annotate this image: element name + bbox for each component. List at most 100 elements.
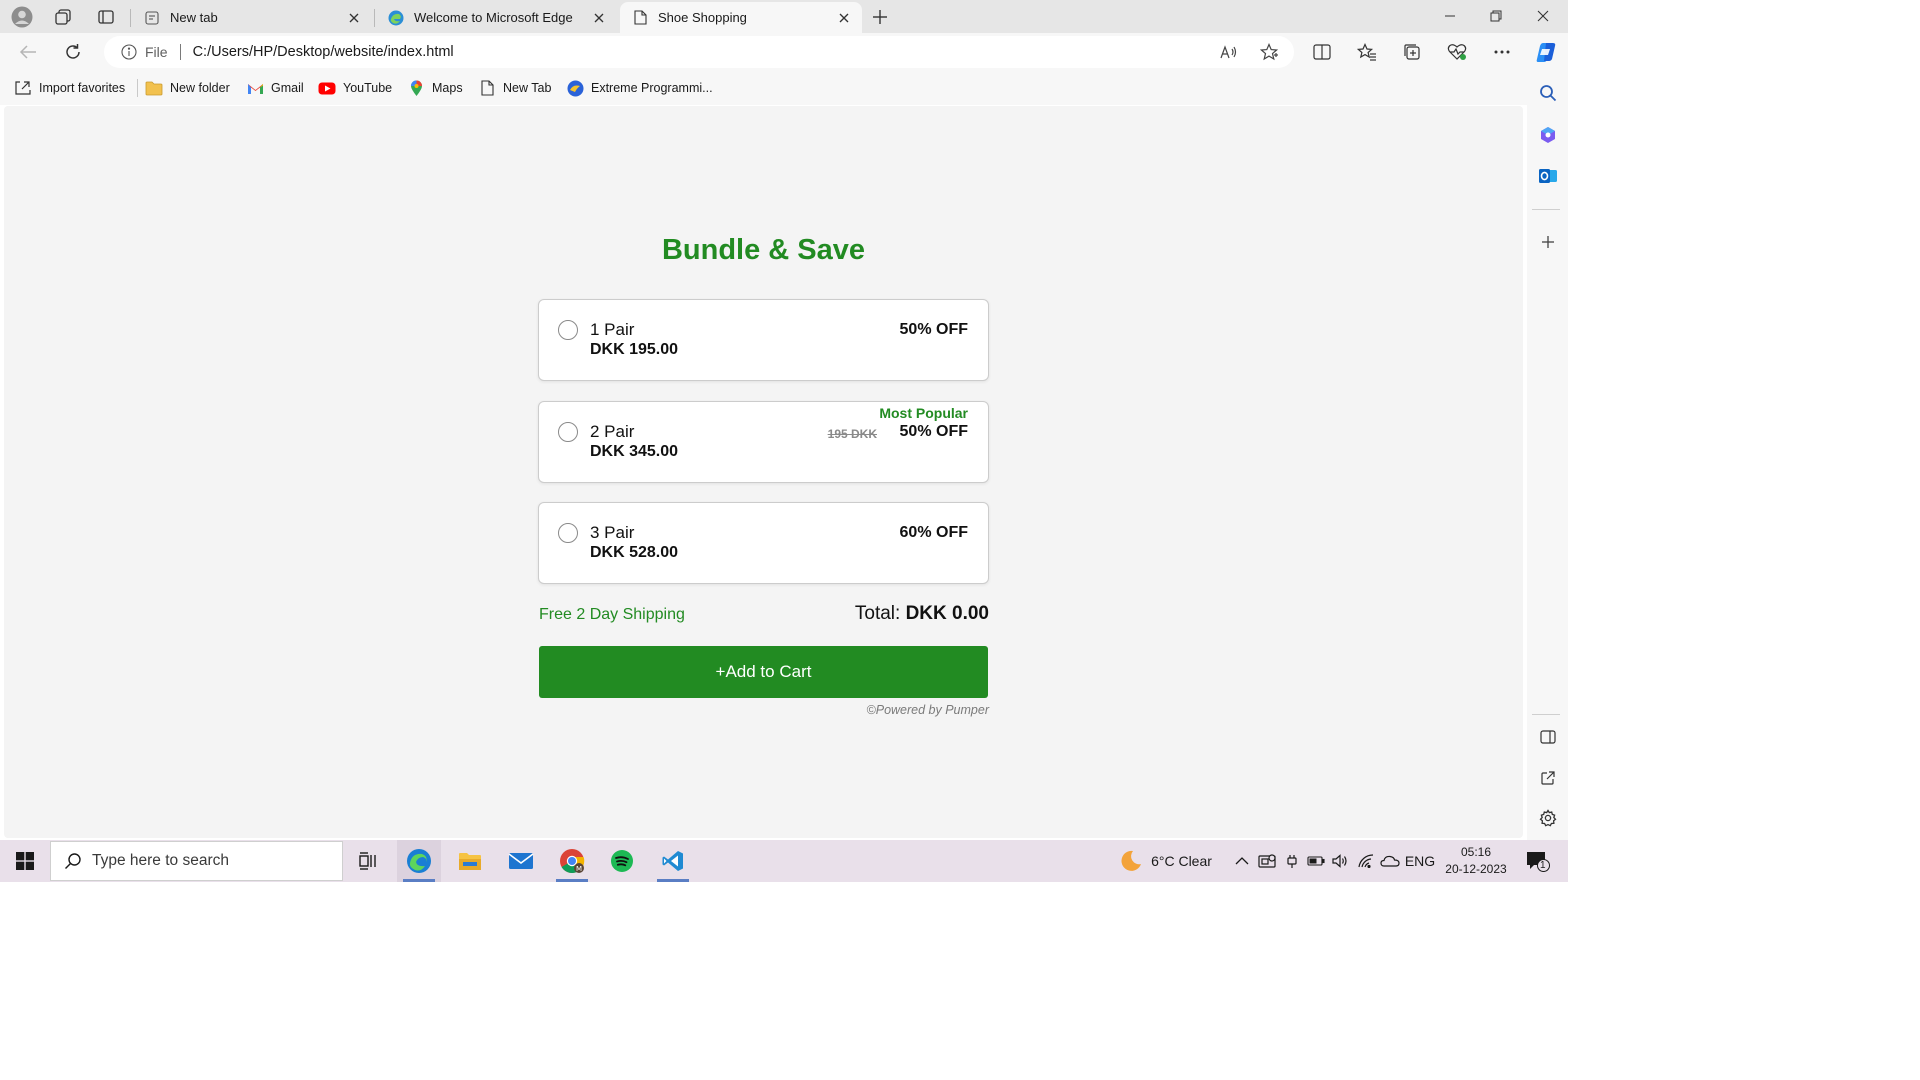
free-shipping-text: Free 2 Day Shipping: [539, 606, 685, 623]
favorites-bar: Import favorites New folder Gmail YouTub…: [0, 71, 1527, 105]
sidebar-settings-gear-icon[interactable]: [1534, 804, 1562, 832]
fav-new-folder[interactable]: New folder: [145, 78, 230, 98]
hide-sidebar-icon[interactable]: [1534, 723, 1562, 751]
site-info-icon[interactable]: [120, 43, 138, 61]
tab-actions-icon[interactable]: [92, 4, 120, 30]
offer-quantity: 3 Pair: [590, 523, 635, 542]
copilot-sidebar-icon[interactable]: [1534, 121, 1562, 149]
profile-icon[interactable]: [8, 4, 36, 30]
task-view-icon[interactable]: [346, 840, 390, 882]
offer-discount: 50% OFF: [899, 321, 968, 338]
add-to-cart-button[interactable]: +Add to Cart: [539, 646, 988, 698]
offer-card-3-pair[interactable]: 3 Pair DKK 528.00 60% OFF: [538, 502, 989, 584]
fav-youtube[interactable]: YouTube: [318, 78, 392, 98]
onedrive-cloud-icon[interactable]: [1379, 840, 1401, 882]
sidebar-search-icon[interactable]: [1534, 79, 1562, 107]
tab-shoe-shopping[interactable]: Shoe Shopping: [620, 2, 862, 33]
order-total: Total: DKK 0.00: [855, 603, 989, 625]
fav-label: Maps: [432, 81, 463, 95]
notifications-icon[interactable]: 1: [1520, 840, 1556, 882]
file-explorer-icon[interactable]: [448, 840, 492, 882]
volume-icon[interactable]: [1330, 840, 1350, 882]
offer-discount: 50% OFF: [899, 423, 968, 440]
powered-by-text: ©Powered by Pumper: [866, 703, 989, 717]
new-tab-page-icon: [144, 10, 160, 26]
mail-icon[interactable]: [499, 840, 543, 882]
spotify-icon[interactable]: [600, 840, 644, 882]
windows-start-icon[interactable]: [0, 840, 50, 882]
taskbar-edge-icon[interactable]: [397, 840, 441, 882]
page-icon: [478, 79, 496, 97]
site-icon: [566, 79, 584, 97]
tab-title: Shoe Shopping: [658, 10, 747, 25]
offer-price: DKK 345.00: [590, 443, 679, 460]
toolbar: File C:/Users/HP/Desktop/website/index.h…: [0, 33, 1568, 71]
most-popular-badge: Most Popular: [879, 405, 968, 421]
weather-widget[interactable]: 6°C Clear: [1113, 840, 1218, 882]
wifi-icon[interactable]: [1355, 840, 1377, 882]
taskbar: Type here to search M 6°C Clear ENG 05:1…: [0, 840, 1568, 882]
close-window-icon[interactable]: [1520, 0, 1566, 32]
taskbar-search-box[interactable]: Type here to search: [50, 841, 343, 881]
edge-logo-icon: [388, 10, 404, 26]
fav-label: Gmail: [271, 81, 304, 95]
language-indicator[interactable]: ENG: [1404, 840, 1436, 882]
total-value: DKK 0.00: [905, 603, 989, 624]
tab-welcome-edge[interactable]: Welcome to Microsoft Edge: [376, 2, 617, 33]
vscode-icon[interactable]: [651, 840, 695, 882]
chrome-icon[interactable]: M: [550, 840, 594, 882]
fav-label: YouTube: [343, 81, 393, 95]
maps-pin-icon: [407, 79, 425, 97]
open-external-icon[interactable]: [1534, 764, 1562, 792]
offer-price: DKK 195.00: [590, 341, 679, 358]
offer-radio[interactable]: [558, 320, 578, 340]
favorites-icon[interactable]: [1351, 37, 1383, 67]
url-scheme: File: [145, 44, 168, 60]
fav-maps[interactable]: Maps: [407, 78, 463, 98]
offer-card-1-pair[interactable]: 1 Pair DKK 195.00 50% OFF: [538, 299, 989, 381]
minimize-icon[interactable]: [1427, 0, 1473, 32]
svg-text:M: M: [576, 865, 582, 873]
clock[interactable]: 05:16 20-12-2023: [1436, 844, 1516, 878]
close-tab-icon[interactable]: [346, 10, 362, 26]
offer-radio[interactable]: [558, 422, 578, 442]
edge-sidebar: [1527, 71, 1568, 840]
search-icon: [63, 851, 83, 871]
show-hidden-icons-chevron-icon[interactable]: [1232, 840, 1252, 882]
copilot-icon[interactable]: [1530, 37, 1562, 67]
url-text[interactable]: C:/Users/HP/Desktop/website/index.html: [193, 44, 454, 60]
fav-label: Extreme Programmi...: [591, 81, 713, 95]
outlook-icon[interactable]: [1534, 162, 1562, 190]
close-tab-icon[interactable]: [591, 10, 607, 26]
fav-new-tab[interactable]: New Tab: [478, 78, 551, 98]
add-sidebar-app-icon[interactable]: [1534, 228, 1562, 256]
fav-import-favorites[interactable]: Import favorites: [14, 78, 125, 98]
clock-time: 05:16: [1460, 845, 1492, 859]
collections-icon[interactable]: [1396, 37, 1428, 67]
original-price: 195 DKK: [827, 427, 877, 441]
more-options-icon[interactable]: [1486, 37, 1518, 67]
meet-now-icon[interactable]: [1256, 840, 1278, 882]
weather-text: 6°C Clear: [1151, 853, 1212, 869]
tab-title: New tab: [170, 10, 218, 25]
notification-count: 1: [1540, 860, 1546, 871]
fav-label: New folder: [170, 81, 230, 95]
read-aloud-icon[interactable]: [1212, 36, 1246, 68]
power-plug-icon[interactable]: [1282, 840, 1302, 882]
restore-icon[interactable]: [1473, 0, 1519, 32]
address-bar[interactable]: File C:/Users/HP/Desktop/website/index.h…: [104, 36, 1294, 68]
favorite-star-icon[interactable]: [1252, 36, 1286, 68]
split-screen-icon[interactable]: [1306, 37, 1338, 67]
refresh-icon[interactable]: [57, 37, 89, 67]
browser-essentials-icon[interactable]: [1441, 37, 1473, 67]
offer-radio[interactable]: [558, 523, 578, 543]
tab-new-tab[interactable]: New tab: [132, 2, 372, 33]
battery-icon[interactable]: [1305, 840, 1327, 882]
fav-gmail[interactable]: Gmail: [246, 78, 304, 98]
close-tab-icon[interactable]: [836, 10, 852, 26]
fav-extreme-programming[interactable]: Extreme Programmi...: [566, 78, 713, 98]
new-tab-plus-icon[interactable]: [866, 4, 894, 30]
back-icon[interactable]: [12, 37, 44, 67]
offer-card-2-pair[interactable]: 2 Pair DKK 345.00 Most Popular 195 DKK 5…: [538, 401, 989, 483]
workspaces-icon[interactable]: [49, 4, 77, 30]
